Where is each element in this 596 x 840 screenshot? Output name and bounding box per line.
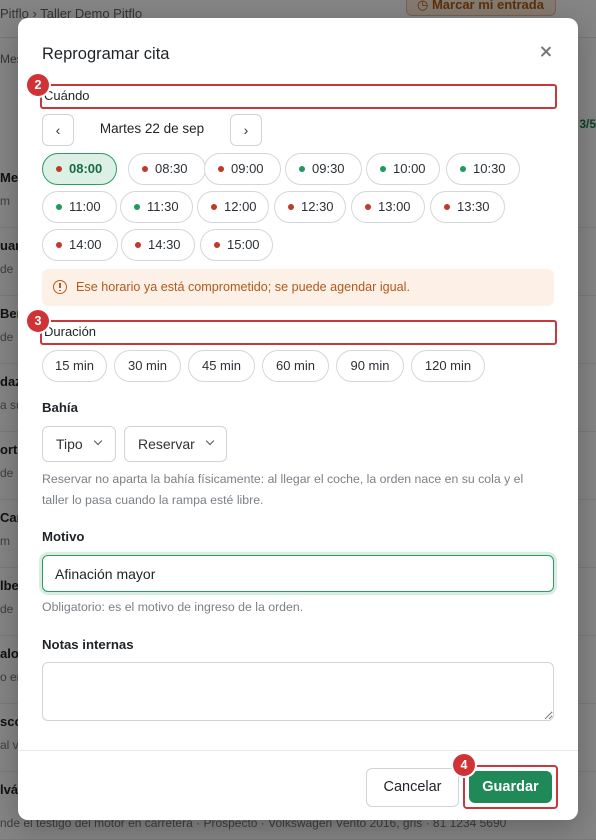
chevron-right-icon: › [243, 122, 249, 138]
time-slot-chip[interactable]: 08:00 [42, 153, 117, 185]
next-day-button[interactable]: › [230, 114, 262, 146]
time-slot-chip[interactable]: 14:00 [42, 229, 118, 261]
duration-option[interactable]: 120 min [411, 350, 485, 382]
duration-option[interactable]: 30 min [114, 350, 181, 382]
available-dot-icon [134, 204, 140, 210]
time-slot-label: 08:30 [155, 161, 188, 176]
chevron-left-icon: ‹ [55, 122, 61, 138]
time-slot-chip[interactable]: 08:30 [128, 153, 206, 185]
time-slot-label: 12:30 [301, 199, 334, 214]
prev-day-button[interactable]: ‹ [42, 114, 74, 146]
reason-label: Motivo [42, 529, 85, 544]
duration-option[interactable]: 90 min [336, 350, 404, 382]
duration-option[interactable]: 45 min [188, 350, 255, 382]
annotation-badge: 2 [27, 74, 49, 96]
time-slot-label: 11:00 [69, 199, 101, 214]
bay-label: Bahía [42, 400, 78, 415]
available-dot-icon [460, 166, 466, 172]
alert-icon [53, 280, 67, 294]
resize-handle-icon[interactable] [544, 711, 552, 719]
bay-type-select[interactable]: Tipo [42, 426, 116, 462]
time-slot-label: 13:30 [457, 199, 490, 214]
time-slot-label: 14:00 [69, 237, 102, 252]
time-slot-chip[interactable]: 15:00 [200, 229, 273, 261]
time-slot-label: 13:00 [378, 199, 411, 214]
chevron-down-icon [93, 436, 103, 446]
available-dot-icon [380, 166, 386, 172]
close-icon[interactable] [537, 43, 555, 61]
annotation-box-duration: Duración [40, 320, 557, 345]
time-slot-label: 14:30 [148, 237, 181, 252]
time-slot-chip[interactable]: 11:00 [42, 191, 117, 223]
time-slot-label: 09:00 [231, 161, 264, 176]
taken-dot-icon [142, 166, 148, 172]
time-slot-chip[interactable]: 09:30 [285, 153, 362, 185]
taken-dot-icon [288, 204, 294, 210]
warning-text: Ese horario ya está comprometido; se pue… [76, 280, 410, 294]
reason-help-text: Obligatorio: es el motivo de ingreso de … [42, 600, 304, 614]
notes-textarea[interactable] [42, 662, 554, 721]
time-slot-chip[interactable]: 14:30 [121, 229, 195, 261]
bay-reserve-select[interactable]: Reservar [124, 426, 227, 462]
reschedule-modal: Reprogramar cita Cuándo 2 ‹ Martes 22 de… [18, 18, 578, 820]
annotation-badge: 4 [453, 754, 475, 776]
taken-dot-icon [218, 166, 224, 172]
time-slot-label: 09:30 [312, 161, 345, 176]
annotation-badge: 3 [27, 310, 49, 332]
taken-dot-icon [211, 204, 217, 210]
annotation-box-when: Cuándo [40, 84, 557, 109]
duration-option[interactable]: 60 min [262, 350, 329, 382]
time-slot-chip[interactable]: 12:00 [197, 191, 269, 223]
taken-dot-icon [56, 242, 62, 248]
taken-dot-icon [365, 204, 371, 210]
time-slot-label: 15:00 [227, 237, 260, 252]
time-slot-chip[interactable]: 13:30 [430, 191, 505, 223]
available-dot-icon [56, 204, 62, 210]
duration-option[interactable]: 15 min [42, 350, 107, 382]
time-slot-label: 10:00 [393, 161, 426, 176]
taken-dot-icon [135, 242, 141, 248]
date-label: Martes 22 de sep [99, 121, 205, 136]
duration-label: Duración [44, 324, 97, 339]
taken-dot-icon [214, 242, 220, 248]
notes-label: Notas internas [42, 637, 134, 652]
annotation-box-save: Guardar [463, 765, 558, 809]
chevron-down-icon [205, 436, 215, 446]
warning-banner: Ese horario ya está comprometido; se pue… [42, 269, 554, 306]
taken-dot-icon [444, 204, 450, 210]
reason-input[interactable] [42, 555, 554, 592]
cancel-button[interactable]: Cancelar [366, 768, 459, 807]
time-slot-label: 12:00 [224, 199, 257, 214]
when-label: Cuándo [44, 88, 90, 103]
time-slot-chip[interactable]: 10:30 [446, 153, 520, 185]
time-slot-chip[interactable]: 09:00 [204, 153, 281, 185]
time-slot-label: 10:30 [473, 161, 506, 176]
time-slot-chip[interactable]: 10:00 [366, 153, 440, 185]
bay-help-text: Reservar no aparta la bahía físicamente:… [42, 472, 524, 507]
time-slot-label: 11:30 [147, 199, 179, 214]
save-button[interactable]: Guardar [469, 771, 552, 803]
time-slot-label: 08:00 [69, 161, 103, 176]
time-slot-chip[interactable]: 12:30 [274, 191, 346, 223]
time-slot-chip[interactable]: 13:00 [351, 191, 425, 223]
taken-dot-icon [56, 166, 62, 172]
modal-title: Reprogramar cita [42, 45, 170, 63]
available-dot-icon [299, 166, 305, 172]
time-slot-chip[interactable]: 11:30 [120, 191, 193, 223]
